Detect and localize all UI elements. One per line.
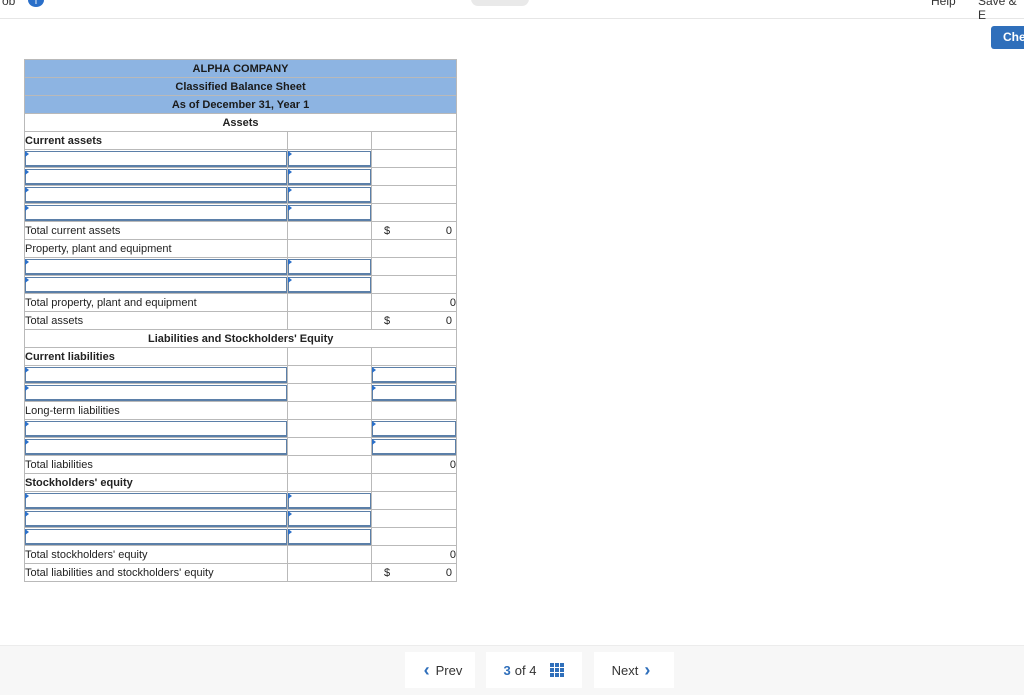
current-liability-name-input-2[interactable] (25, 384, 287, 401)
current-assets-label: Current assets (24, 131, 288, 150)
total-current-assets-label: Total current assets (24, 221, 288, 240)
equity-amount-input-3[interactable] (288, 528, 371, 545)
next-button[interactable]: Next › (594, 652, 674, 688)
total-ppe-value: 0 (370, 293, 458, 312)
statement-date: As of December 31, Year 1 (23, 95, 458, 114)
page-indicator[interactable]: 3 of 4 (486, 652, 582, 688)
table-row (24, 185, 458, 204)
statement-title: Classified Balance Sheet (23, 77, 458, 96)
table-row (24, 527, 458, 546)
current-asset-amount-input-4[interactable] (288, 204, 371, 221)
table-row (24, 149, 458, 168)
ppe-name-input-2[interactable] (25, 276, 287, 293)
page-total: of 4 (514, 662, 537, 678)
save-exit-link[interactable]: Save & E (978, 0, 1024, 22)
table-row (24, 383, 458, 402)
table-row (24, 365, 458, 384)
balance-sheet-table: ALPHA COMPANY Classified Balance Sheet A… (23, 59, 458, 582)
prev-button[interactable]: ‹ Prev (405, 652, 475, 688)
current-asset-amount-input-3[interactable] (288, 186, 371, 203)
chevron-right-icon: › (644, 659, 651, 680)
current-asset-name-input-4[interactable] (25, 204, 287, 221)
help-link[interactable]: Help (931, 0, 956, 8)
prev-label: Prev (435, 662, 463, 678)
equity-amount-input-1[interactable] (288, 492, 371, 509)
current-liability-amount-input-1[interactable] (372, 366, 457, 383)
total-current-assets-value: 0 (445, 224, 453, 237)
next-label: Next (611, 662, 639, 678)
header-title-row: Classified Balance Sheet (23, 77, 458, 96)
header-company-row: ALPHA COMPANY (23, 59, 458, 78)
total-liabilities-value: 0 (370, 455, 458, 474)
current-asset-name-input-1[interactable] (25, 150, 287, 167)
current-asset-name-input-3[interactable] (25, 186, 287, 203)
table-row (24, 509, 458, 528)
dollar-sign: $ (384, 314, 391, 327)
total-assets-value: 0 (445, 314, 453, 327)
total-se-label: Total stockholders' equity (24, 545, 288, 564)
grid-icon[interactable] (550, 663, 565, 677)
top-center-pill[interactable] (471, 0, 529, 6)
total-lse-value: 0 (445, 566, 453, 579)
ppe-amount-input-2[interactable] (288, 276, 371, 293)
total-assets-label: Total assets (24, 311, 288, 330)
dollar-sign: $ (384, 224, 391, 237)
current-page: 3 (503, 662, 511, 678)
table-row (24, 167, 458, 186)
assets-heading: Assets (23, 113, 458, 132)
total-ppe-label: Total property, plant and equipment (24, 293, 288, 312)
long-term-liability-amount-input-2[interactable] (372, 438, 457, 455)
check-button[interactable]: Che (991, 26, 1024, 49)
current-asset-amount-input-2[interactable] (288, 168, 371, 185)
ppe-amount-input-1[interactable] (288, 258, 371, 275)
long-term-liabilities-label: Long-term liabilities (24, 401, 288, 420)
top-bar: ob i Help Save & E (0, 0, 1024, 22)
liabilities-equity-heading: Liabilities and Stockholders' Equity (23, 329, 458, 348)
footer-nav: ‹ Prev 3 of 4 Next › (0, 645, 1024, 695)
equity-name-input-1[interactable] (25, 492, 287, 509)
current-asset-name-input-2[interactable] (25, 168, 287, 185)
long-term-liability-amount-input-1[interactable] (372, 420, 457, 437)
table-row (24, 203, 458, 222)
stockholders-equity-label: Stockholders' equity (24, 473, 288, 492)
dollar-sign: $ (384, 566, 391, 579)
current-liability-amount-input-2[interactable] (372, 384, 457, 401)
table-row (24, 491, 458, 510)
table-row (24, 419, 458, 438)
chevron-left-icon: ‹ (423, 659, 430, 680)
table-row (24, 257, 458, 276)
info-icon[interactable]: i (28, 0, 44, 7)
top-left-label: ob (2, 0, 16, 8)
long-term-liability-name-input-1[interactable] (25, 420, 287, 437)
total-se-value: 0 (370, 545, 458, 564)
equity-name-input-3[interactable] (25, 528, 287, 545)
table-row (24, 275, 458, 294)
current-liability-name-input-1[interactable] (25, 366, 287, 383)
current-liabilities-label: Current liabilities (24, 347, 288, 366)
table-row (24, 437, 458, 456)
current-asset-amount-input-1[interactable] (288, 150, 371, 167)
long-term-liability-name-input-2[interactable] (25, 438, 287, 455)
equity-name-input-2[interactable] (25, 510, 287, 527)
ppe-name-input-1[interactable] (25, 258, 287, 275)
equity-amount-input-2[interactable] (288, 510, 371, 527)
ppe-label: Property, plant and equipment (24, 239, 288, 258)
header-date-row: As of December 31, Year 1 (23, 95, 458, 114)
total-lse-label: Total liabilities and stockholders' equi… (24, 563, 288, 582)
company-name: ALPHA COMPANY (23, 59, 458, 78)
total-liabilities-label: Total liabilities (24, 455, 288, 474)
